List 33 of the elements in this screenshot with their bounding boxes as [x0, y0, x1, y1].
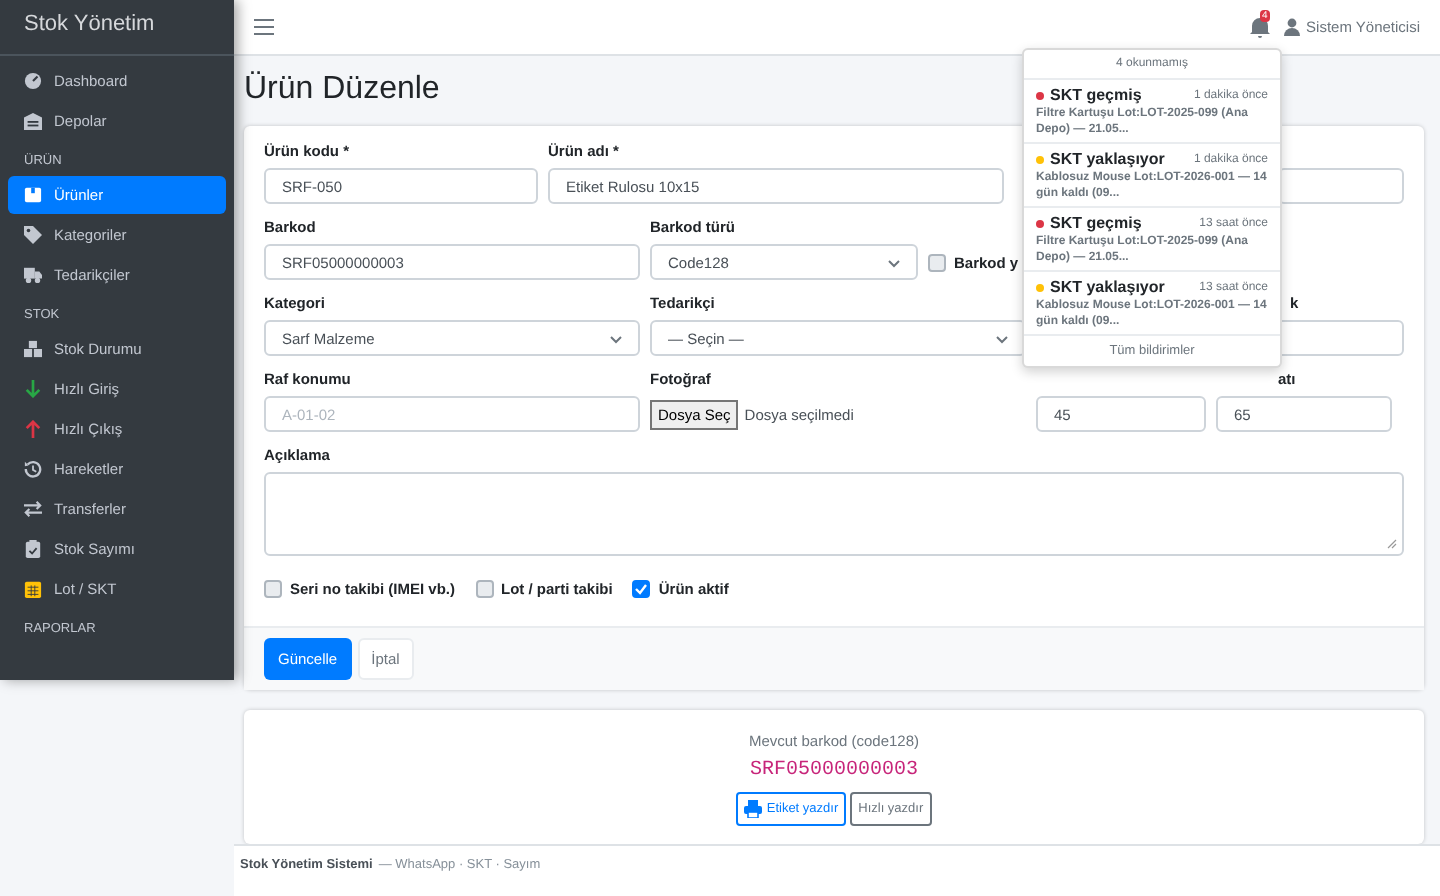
chevron-down-icon [996, 333, 1008, 343]
chevron-down-icon [888, 257, 900, 267]
bell-icon[interactable] [1248, 15, 1273, 39]
clipboard-icon [24, 540, 42, 558]
tag-icon [24, 226, 42, 244]
checkbox[interactable] [475, 579, 494, 597]
calendar-icon [24, 580, 42, 598]
check-icon [634, 581, 649, 595]
checkbox[interactable] [632, 579, 651, 597]
text-field[interactable] [1278, 168, 1404, 204]
swap-arrows-icon [24, 500, 42, 518]
barcode-value: SRF05000000003 [749, 760, 918, 782]
gauge-icon [24, 72, 42, 90]
user-icon [1284, 18, 1301, 36]
chevron-down-icon [610, 333, 622, 343]
warehouse-icon [24, 112, 42, 130]
checkbox[interactable] [264, 579, 282, 597]
notification-title: SKT yaklaşıyor [1050, 278, 1167, 296]
textarea-field[interactable] [264, 472, 1404, 556]
boxes-icon [24, 340, 42, 358]
history-icon [24, 460, 42, 478]
printer-icon [744, 800, 763, 818]
notification-title: SKT yaklaşıyor [1050, 150, 1167, 168]
box-icon [24, 186, 42, 204]
notification-title: SKT geçmiş [1050, 86, 1144, 104]
up-arrow-icon [24, 420, 42, 438]
page-title: Ürün Düzenle [244, 72, 440, 108]
resize-handle-icon [1386, 538, 1398, 550]
checkbox[interactable] [928, 253, 946, 271]
notification-title: SKT geçmiş [1050, 214, 1144, 232]
truck-icon [24, 266, 42, 284]
menu-icon[interactable] [254, 18, 274, 36]
down-arrow-icon [24, 380, 42, 398]
